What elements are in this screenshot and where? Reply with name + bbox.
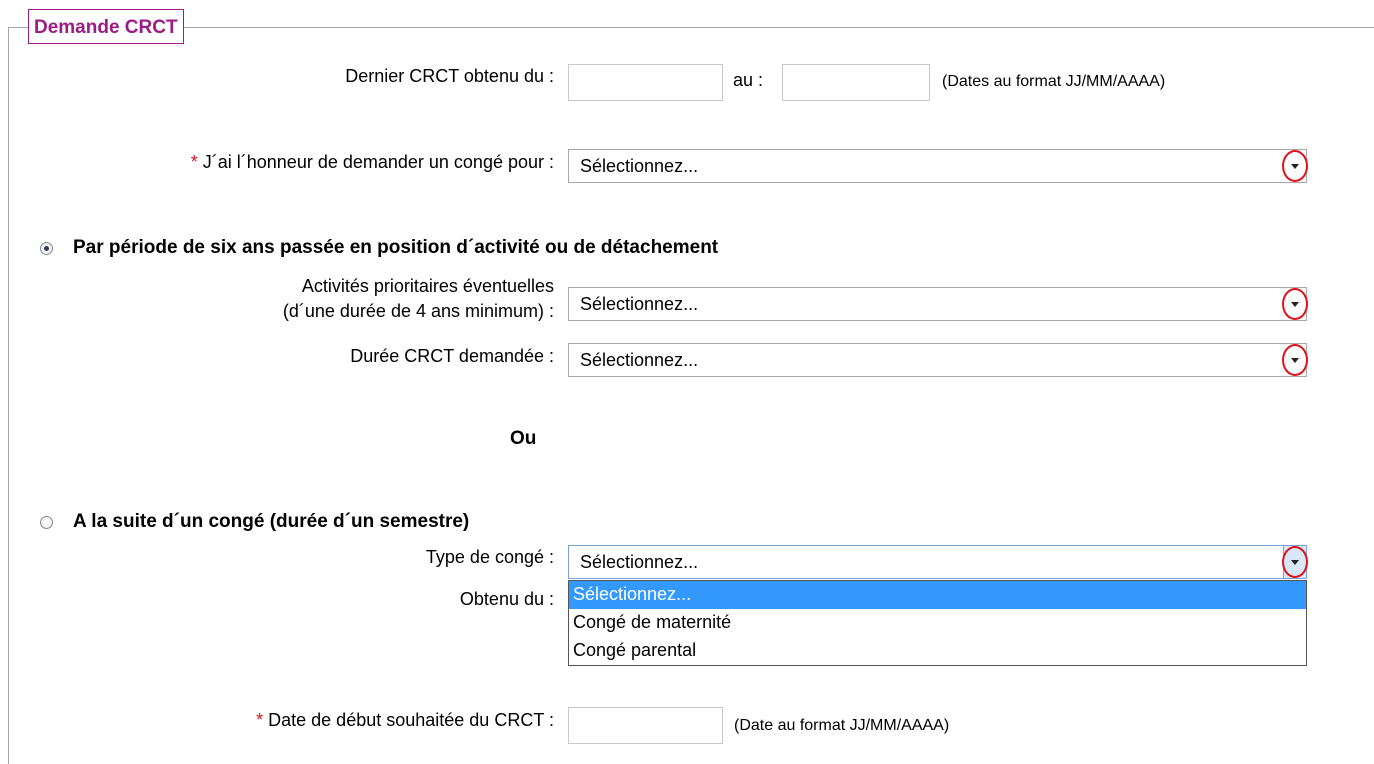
start-date-input[interactable] [568,707,723,744]
obtained-label: Obtenu du : [459,589,554,609]
dropdown-option[interactable]: Congé de maternité [569,609,1306,637]
duration-select[interactable]: Sélectionnez... [568,343,1307,377]
last-crct-to-label: au : [733,70,764,90]
leave-type-select-value: Sélectionnez... [580,552,699,572]
fieldset-border-left [8,27,9,764]
separator-or: Ou [510,428,537,449]
dropdown-arrow-icon[interactable] [1284,288,1306,320]
fieldset-border-top [8,27,1374,28]
dropdown-arrow-icon[interactable] [1284,344,1306,376]
option-six-years[interactable]: Par période de six ans passée en positio… [40,237,718,259]
last-crct-from-input[interactable] [568,64,723,101]
dropdown-option[interactable]: Congé parental [569,637,1306,665]
leave-type-dropdown-list: Sélectionnez... Congé de maternité Congé… [568,580,1307,666]
priority-label-line2: (d´une durée de 4 ans minimum) : [282,301,554,321]
priority-select-value: Sélectionnez... [580,294,699,314]
fieldset-legend: Demande CRCT [28,9,184,44]
request-label-text: J´ai l´honneur de demander un congé pour… [202,152,554,172]
radio-icon[interactable] [40,241,53,255]
request-select-value: Sélectionnez... [580,156,699,176]
dropdown-arrow-icon[interactable] [1284,150,1306,182]
radio-icon[interactable] [40,515,53,529]
leave-type-label: Type de congé : [425,547,554,567]
dropdown-arrow-icon[interactable] [1283,546,1306,578]
option-six-years-label: Par période de six ans passée en positio… [73,237,719,258]
request-label: * J´ai l´honneur de demander un congé po… [191,152,554,173]
start-date-label: * Date de début souhaitée du CRCT : [256,710,554,731]
required-mark: * [256,710,264,730]
option-after-leave-label: A la suite d´un congé (durée d´un semest… [73,511,470,532]
duration-label: Durée CRCT demandée : [350,346,554,366]
request-select[interactable]: Sélectionnez... [568,149,1307,183]
duration-select-value: Sélectionnez... [580,350,699,370]
dropdown-option[interactable]: Sélectionnez... [569,581,1306,609]
priority-activities-label: Activités prioritaires éventuelles (d´un… [283,274,554,324]
start-date-hint: (Date au format JJ/MM/AAAA) [734,717,950,734]
last-crct-label: Dernier CRCT obtenu du : [345,66,554,86]
option-after-leave[interactable]: A la suite d´un congé (durée d´un semest… [40,511,469,533]
required-mark: * [190,152,198,172]
leave-type-select[interactable]: Sélectionnez... [568,545,1307,579]
last-crct-to-input[interactable] [782,64,930,101]
priority-activities-select[interactable]: Sélectionnez... [568,287,1307,321]
start-date-label-text: Date de début souhaitée du CRCT : [268,710,554,730]
priority-label-line1: Activités prioritaires éventuelles [301,276,554,296]
last-crct-date-hint: (Dates au format JJ/MM/AAAA) [942,73,1166,90]
